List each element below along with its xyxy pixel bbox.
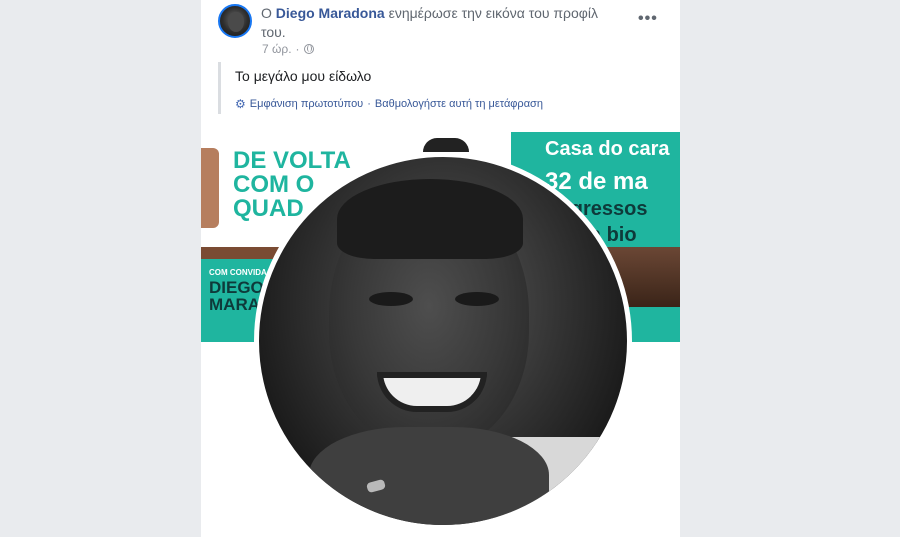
portrait-left-eye	[369, 292, 413, 306]
cover-left-photo	[201, 148, 219, 228]
header-prefix: Ο	[261, 5, 272, 21]
portrait-hair	[337, 179, 523, 259]
facebook-post: Ο Diego Maradona ενημέρωσε την εικόνα το…	[201, 0, 680, 537]
meta-separator: ·	[295, 42, 300, 56]
translation-links: ⚙ Εμφάνιση πρωτοτύπου · Βαθμολογήστε αυτ…	[235, 97, 658, 111]
globe-icon[interactable]	[303, 44, 314, 54]
profile-picture[interactable]	[254, 152, 632, 530]
avatar-face	[228, 12, 244, 32]
cover-date-text: 32 de ma	[545, 168, 648, 195]
translated-text: Το μεγάλο μου είδωλο	[235, 68, 372, 84]
author-name-link[interactable]: Diego Maradona	[276, 5, 385, 21]
links-separator: ·	[367, 98, 371, 110]
post-timestamp[interactable]: 7 ώρ.	[262, 42, 292, 56]
portrait-right-eye	[455, 292, 499, 306]
see-original-link[interactable]: Εμφάνιση πρωτοτύπου	[250, 98, 363, 110]
rate-translation-link[interactable]: Βαθμολογήστε αυτή τη μετάφραση	[375, 98, 543, 110]
cover-casa-text: Casa do cara	[545, 138, 670, 160]
author-avatar[interactable]	[218, 4, 252, 38]
cover-guest-label: COM CONVIDA	[209, 268, 267, 277]
portrait-hand	[309, 427, 549, 525]
translation-block: Το μεγάλο μου είδωλο ⚙ Εμφάνιση πρωτοτύπ…	[218, 62, 658, 114]
gear-icon: ⚙	[235, 97, 246, 111]
post-header: Ο Diego Maradona ενημέρωσε την εικόνα το…	[261, 4, 621, 42]
cover-mid-head	[423, 138, 469, 152]
more-options-button[interactable]: •••	[638, 10, 658, 28]
post-meta: 7 ώρ. ·	[262, 42, 314, 56]
cover-guest-name: DIEGO MARA	[209, 278, 264, 314]
